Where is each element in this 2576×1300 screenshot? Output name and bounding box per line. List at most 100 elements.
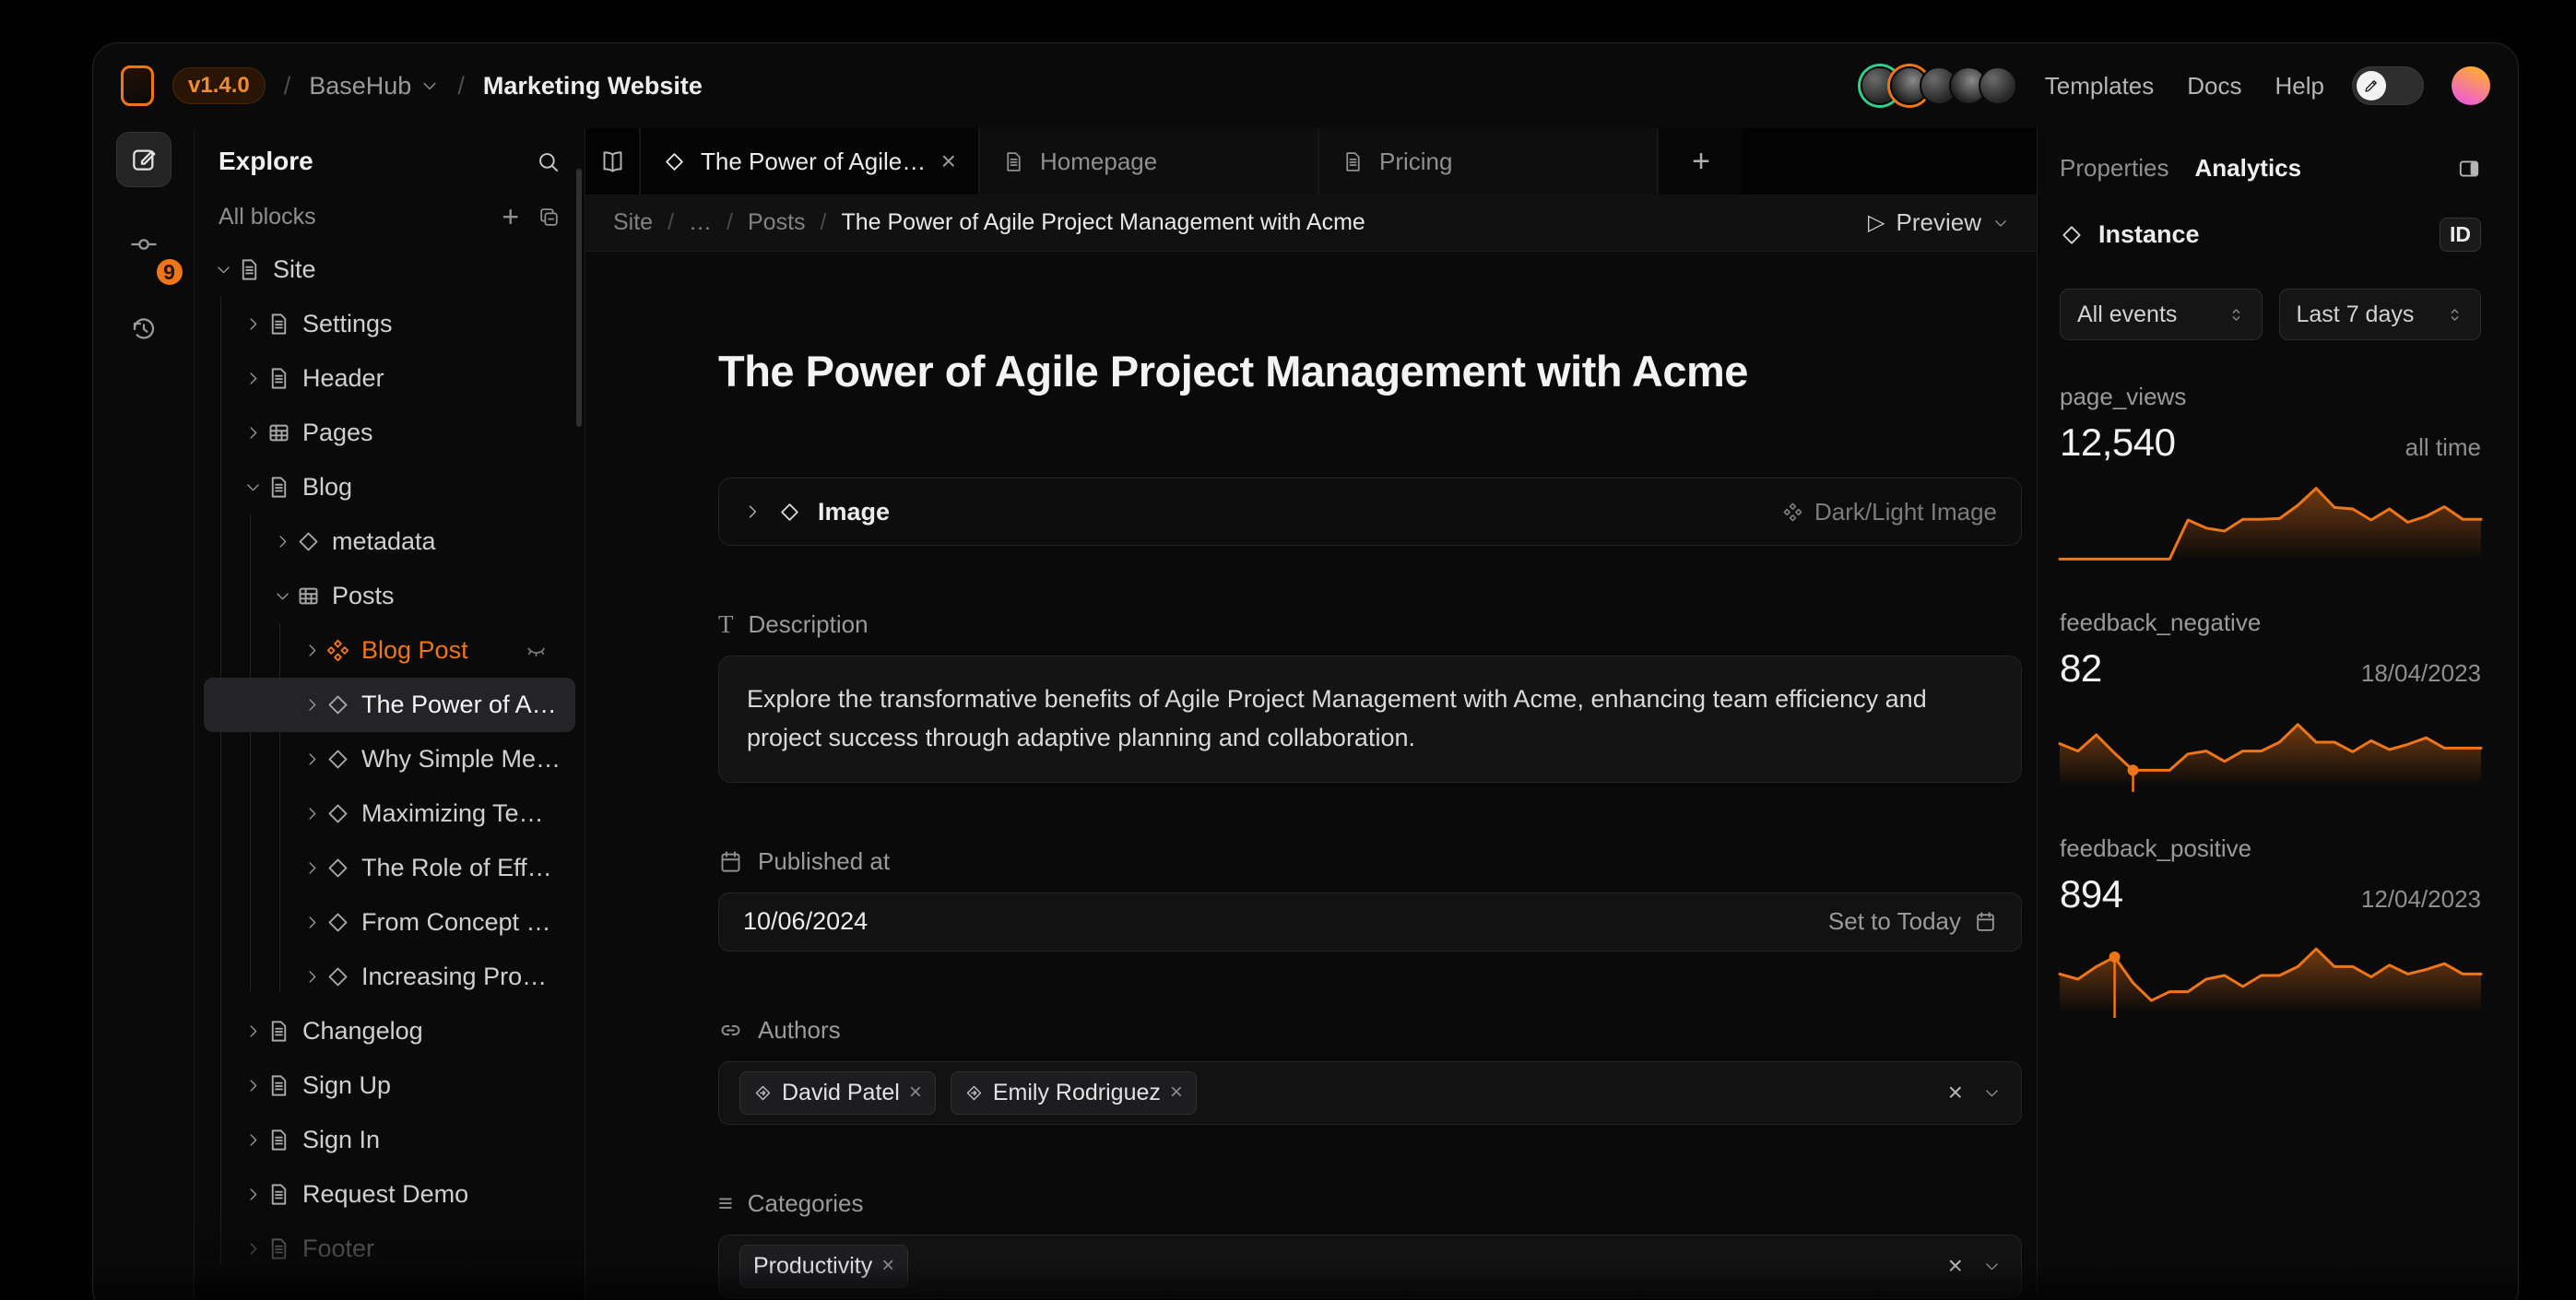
chevron-right-icon[interactable] bbox=[239, 1240, 266, 1258]
text-type-icon: T bbox=[718, 610, 734, 639]
chip-emily-rodriguez[interactable]: Emily Rodriguez× bbox=[951, 1071, 1197, 1115]
tree-item-the-role-of-eff[interactable]: The Role of Eff… bbox=[204, 841, 575, 895]
close-tab-icon[interactable]: × bbox=[941, 147, 956, 176]
tree-item-label: Why Simple Me… bbox=[361, 745, 561, 774]
duplicate-icon[interactable] bbox=[538, 206, 561, 229]
chevron-down-icon[interactable] bbox=[1983, 1258, 2001, 1275]
chevron-right-icon[interactable] bbox=[239, 424, 266, 442]
user-avatar[interactable] bbox=[2452, 66, 2490, 105]
chevron-down-icon[interactable] bbox=[1983, 1084, 2001, 1102]
range-select[interactable]: Last 7 days bbox=[2279, 289, 2482, 340]
tree-item-blog-post[interactable]: Blog Post bbox=[204, 623, 575, 678]
edit-mode-toggle[interactable] bbox=[2352, 66, 2424, 105]
chevron-right-icon[interactable] bbox=[239, 1022, 266, 1040]
description-field[interactable]: Explore the transformative benefits of A… bbox=[718, 656, 2022, 783]
chip-productivity[interactable]: Productivity× bbox=[739, 1245, 908, 1288]
panel-toggle-icon[interactable] bbox=[2457, 157, 2481, 181]
library-tab[interactable] bbox=[585, 128, 641, 195]
tree-item-sign-up[interactable]: Sign Up bbox=[204, 1058, 575, 1113]
breadcrumb-item[interactable]: Site bbox=[613, 209, 653, 236]
tree-item-request-demo[interactable]: Request Demo bbox=[204, 1167, 575, 1222]
diamond-icon bbox=[325, 801, 350, 826]
chevron-right-icon[interactable] bbox=[298, 696, 325, 714]
remove-chip-icon[interactable]: × bbox=[1170, 1080, 1183, 1105]
history-button[interactable] bbox=[116, 301, 171, 357]
chevron-right-icon[interactable] bbox=[298, 968, 325, 986]
tree-item-posts[interactable]: Posts bbox=[204, 569, 575, 623]
avatar[interactable] bbox=[1979, 66, 2017, 105]
chevron-right-icon[interactable] bbox=[298, 750, 325, 768]
tree-item-pages[interactable]: Pages bbox=[204, 406, 575, 460]
breadcrumb-item[interactable]: Posts bbox=[748, 209, 806, 236]
set-to-today-button[interactable]: Set to Today bbox=[1828, 907, 1997, 936]
chevron-right-icon[interactable] bbox=[239, 315, 266, 333]
tree-item-changelog[interactable]: Changelog bbox=[204, 1004, 575, 1058]
chip-david-patel[interactable]: David Patel× bbox=[739, 1071, 936, 1115]
tree-item-label: Request Demo bbox=[302, 1180, 468, 1209]
search-icon[interactable] bbox=[536, 149, 561, 174]
tab-analytics[interactable]: Analytics bbox=[2195, 154, 2302, 183]
chevron-right-icon[interactable] bbox=[239, 1186, 266, 1203]
published-date-value: 10/06/2024 bbox=[743, 907, 868, 936]
new-tab-button[interactable]: + bbox=[1659, 128, 1743, 195]
tree-item-footer[interactable]: Footer bbox=[204, 1222, 575, 1276]
copy-id-button[interactable]: ID bbox=[2440, 218, 2481, 252]
tree-item-the-power-of-a[interactable]: The Power of A… bbox=[204, 678, 575, 732]
chevron-right-icon[interactable] bbox=[298, 859, 325, 877]
tree-item-label: metadata bbox=[332, 527, 436, 556]
clear-field-icon[interactable]: × bbox=[1948, 1251, 1963, 1281]
remove-chip-icon[interactable]: × bbox=[909, 1080, 922, 1105]
explore-title: Explore bbox=[219, 147, 313, 176]
tab-homepage[interactable]: Homepage bbox=[980, 128, 1319, 195]
tree-item-blog[interactable]: Blog bbox=[204, 460, 575, 514]
tree-item-metadata[interactable]: metadata bbox=[204, 514, 575, 569]
chevron-down-icon[interactable] bbox=[268, 587, 296, 605]
tree-item-why-simple-me[interactable]: Why Simple Me… bbox=[204, 732, 575, 786]
tab-pricing[interactable]: Pricing bbox=[1319, 128, 1659, 195]
templates-link[interactable]: Templates bbox=[2045, 72, 2155, 100]
tree-indent-guide bbox=[220, 296, 221, 1264]
chevron-right-icon[interactable] bbox=[298, 914, 325, 931]
tree-item-from-concept[interactable]: From Concept … bbox=[204, 895, 575, 950]
org-switcher[interactable]: BaseHub bbox=[309, 72, 439, 100]
page-title: The Power of Agile Project Management wi… bbox=[718, 346, 2022, 396]
tab-properties[interactable]: Properties bbox=[2060, 154, 2169, 183]
tree-item-maximizing-te[interactable]: Maximizing Te… bbox=[204, 786, 575, 841]
tab-the-power-of-agile[interactable]: The Power of Agile…× bbox=[641, 128, 980, 195]
add-block-icon[interactable]: + bbox=[502, 202, 519, 231]
chevron-right-icon[interactable] bbox=[298, 642, 325, 659]
clear-field-icon[interactable]: × bbox=[1948, 1078, 1963, 1107]
preview-button[interactable]: ▷ Preview bbox=[1868, 208, 2009, 237]
chevron-down-icon[interactable] bbox=[209, 261, 237, 278]
tree-item-sign-in[interactable]: Sign In bbox=[204, 1113, 575, 1167]
tree-item-label: The Role of Eff… bbox=[361, 854, 552, 882]
breadcrumb-ellipsis[interactable]: … bbox=[689, 209, 712, 236]
image-block[interactable]: Image Dark/Light Image bbox=[718, 478, 2022, 546]
remove-chip-icon[interactable]: × bbox=[881, 1253, 894, 1279]
metric-name: feedback_negative bbox=[2060, 609, 2481, 637]
tree-item-site[interactable]: Site bbox=[204, 242, 575, 297]
chevron-right-icon[interactable] bbox=[239, 370, 266, 387]
authors-field[interactable]: David Patel×Emily Rodriguez×× bbox=[718, 1061, 2022, 1125]
tree-item-increasing-pro[interactable]: Increasing Pro… bbox=[204, 950, 575, 1004]
tree-item-settings[interactable]: Settings bbox=[204, 297, 575, 351]
chevron-down-icon[interactable] bbox=[239, 479, 266, 496]
docs-link[interactable]: Docs bbox=[2187, 72, 2241, 100]
chevron-right-icon[interactable] bbox=[298, 805, 325, 822]
categories-field[interactable]: Productivity×× bbox=[718, 1235, 2022, 1298]
chevron-right-icon[interactable] bbox=[239, 1131, 266, 1149]
hidden-eye-icon[interactable] bbox=[525, 639, 548, 662]
published-date-field[interactable]: 10/06/2024 Set to Today bbox=[718, 892, 2022, 951]
sidebar-scrollbar[interactable] bbox=[576, 169, 582, 427]
component-icon bbox=[1782, 502, 1803, 523]
tree-item-header[interactable]: Header bbox=[204, 351, 575, 406]
tree: SiteSettingsHeaderPagesBlog metadata Posts… bbox=[195, 239, 585, 1300]
help-link[interactable]: Help bbox=[2275, 72, 2324, 100]
edit-view-button[interactable] bbox=[116, 132, 171, 187]
chevron-updown-icon bbox=[2227, 306, 2245, 324]
instance-label: Instance bbox=[2098, 220, 2200, 249]
chevron-right-icon[interactable] bbox=[268, 533, 296, 550]
events-select[interactable]: All events bbox=[2060, 289, 2263, 340]
chevron-right-icon[interactable] bbox=[239, 1077, 266, 1094]
categories-label: Categories bbox=[748, 1189, 864, 1218]
